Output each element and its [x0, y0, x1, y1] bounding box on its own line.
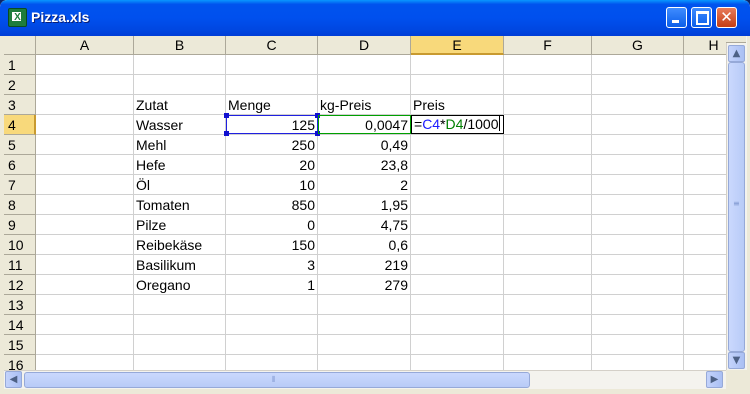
scroll-left-button[interactable]: ◀	[5, 371, 22, 388]
cell-b5[interactable]: Mehl	[134, 135, 225, 155]
grip-icon: ≡	[733, 199, 740, 208]
cell-c10[interactable]: 150	[226, 235, 317, 255]
resize-grip[interactable]	[726, 370, 746, 388]
row-header-5[interactable]: 5	[4, 135, 36, 155]
cell-d3[interactable]: kg-Preis	[318, 95, 410, 115]
formula-ref-c4: C4	[422, 116, 441, 132]
row-header-10[interactable]: 10	[4, 235, 36, 255]
excel-icon[interactable]	[8, 8, 27, 27]
gridline	[683, 55, 684, 370]
row-header-14[interactable]: 14	[4, 315, 36, 335]
close-icon: ✕	[720, 8, 733, 26]
scroll-up-button[interactable]: ▲	[728, 45, 745, 62]
cell-c7[interactable]: 10	[226, 175, 317, 195]
chevron-up-icon: ▲	[732, 48, 741, 59]
cell-c12[interactable]: 1	[226, 275, 317, 295]
cell-d5[interactable]: 0,49	[318, 135, 410, 155]
row-header-1[interactable]: 1	[4, 55, 36, 75]
chevron-right-icon: ▶	[710, 374, 719, 385]
cell-d10[interactable]: 0,6	[318, 235, 410, 255]
row-header-11[interactable]: 11	[4, 255, 36, 275]
active-cell-e4-editor[interactable]: =C4*D4/1000	[411, 115, 504, 134]
column-header-e[interactable]: E	[411, 36, 504, 55]
cell-d11[interactable]: 219	[318, 255, 410, 275]
cell-d8[interactable]: 1,95	[318, 195, 410, 215]
reference-handle[interactable]	[224, 113, 229, 118]
cell-d12[interactable]: 279	[318, 275, 410, 295]
column-header-d[interactable]: D	[318, 36, 411, 55]
gridline	[591, 55, 592, 370]
title-bar[interactable]: Pizza.xls ✕	[0, 0, 750, 36]
maximize-icon	[696, 11, 709, 25]
gridline	[36, 334, 726, 335]
formula-ref-d4: D4	[445, 116, 464, 132]
row-header-9[interactable]: 9	[4, 215, 36, 235]
reference-handle[interactable]	[224, 131, 229, 136]
formula-reference-c4-box	[226, 115, 318, 134]
cell-e3[interactable]: Preis	[411, 95, 503, 115]
vertical-scrollbar[interactable]: ▲ ≡ ▼	[726, 36, 747, 370]
row-header-8[interactable]: 8	[4, 195, 36, 215]
cell-d6[interactable]: 23,8	[318, 155, 410, 175]
column-header-f[interactable]: F	[504, 36, 592, 55]
row-header-2[interactable]: 2	[4, 75, 36, 95]
excel-window: Pizza.xls ✕ A B C D E F G H 1 2 3 4 5 6 …	[0, 0, 750, 394]
close-button[interactable]: ✕	[716, 7, 737, 28]
gridline	[36, 74, 726, 75]
maximize-button[interactable]	[691, 7, 712, 28]
column-header-g[interactable]: G	[592, 36, 684, 55]
select-all-corner[interactable]	[4, 36, 36, 55]
horizontal-scroll-thumb[interactable]: ⦀	[24, 372, 530, 388]
formula-reference-d4-box	[318, 115, 411, 134]
cell-c6[interactable]: 20	[226, 155, 317, 175]
horizontal-scrollbar[interactable]: ◀ ⦀ ▶	[4, 370, 726, 389]
cell-c8[interactable]: 850	[226, 195, 317, 215]
grip-icon: ⦀	[272, 375, 276, 384]
scroll-right-button[interactable]: ▶	[706, 371, 723, 388]
gridline	[503, 55, 504, 370]
gridline	[36, 354, 726, 355]
minimize-icon	[672, 20, 679, 23]
cell-d9[interactable]: 4,75	[318, 215, 410, 235]
pane-splitter[interactable]	[726, 36, 746, 43]
row-header-7[interactable]: 7	[4, 175, 36, 195]
window-title: Pizza.xls	[31, 9, 90, 25]
cell-c11[interactable]: 3	[226, 255, 317, 275]
cell-b4[interactable]: Wasser	[134, 115, 225, 135]
cell-b10[interactable]: Reibekäse	[134, 235, 225, 255]
column-header-c[interactable]: C	[226, 36, 318, 55]
cell-b7[interactable]: Öl	[134, 175, 225, 195]
cell-b9[interactable]: Pilze	[134, 215, 225, 235]
column-header-a[interactable]: A	[36, 36, 134, 55]
cell-b6[interactable]: Hefe	[134, 155, 225, 175]
row-header-16[interactable]: 16	[4, 355, 36, 370]
row-header-3[interactable]: 3	[4, 95, 36, 115]
spreadsheet-grid[interactable]: A B C D E F G H 1 2 3 4 5 6 7 8 9 10 11 …	[4, 36, 726, 370]
row-header-4[interactable]: 4	[4, 115, 36, 135]
formula-equals: =	[414, 116, 423, 132]
minimize-button[interactable]	[666, 7, 687, 28]
cell-b11[interactable]: Basilikum	[134, 255, 225, 275]
cell-b12[interactable]: Oregano	[134, 275, 225, 295]
cell-b8[interactable]: Tomaten	[134, 195, 225, 215]
row-header-6[interactable]: 6	[4, 155, 36, 175]
row-header-15[interactable]: 15	[4, 335, 36, 355]
cell-c5[interactable]: 250	[226, 135, 317, 155]
scroll-down-button[interactable]: ▼	[728, 352, 745, 369]
column-header-b[interactable]: B	[134, 36, 226, 55]
chevron-left-icon: ◀	[9, 374, 18, 385]
vertical-scroll-thumb[interactable]: ≡	[728, 62, 745, 352]
row-header-13[interactable]: 13	[4, 295, 36, 315]
row-header-12[interactable]: 12	[4, 275, 36, 295]
column-header-h[interactable]: H	[684, 36, 726, 55]
text-cursor	[498, 116, 500, 131]
chevron-down-icon: ▼	[732, 355, 741, 366]
cell-b3[interactable]: Zutat	[134, 95, 225, 115]
cell-c9[interactable]: 0	[226, 215, 317, 235]
cell-d7[interactable]: 2	[318, 175, 410, 195]
formula-rest: /1000	[463, 116, 499, 132]
gridline	[36, 314, 726, 315]
cell-c3[interactable]: Menge	[226, 95, 317, 115]
